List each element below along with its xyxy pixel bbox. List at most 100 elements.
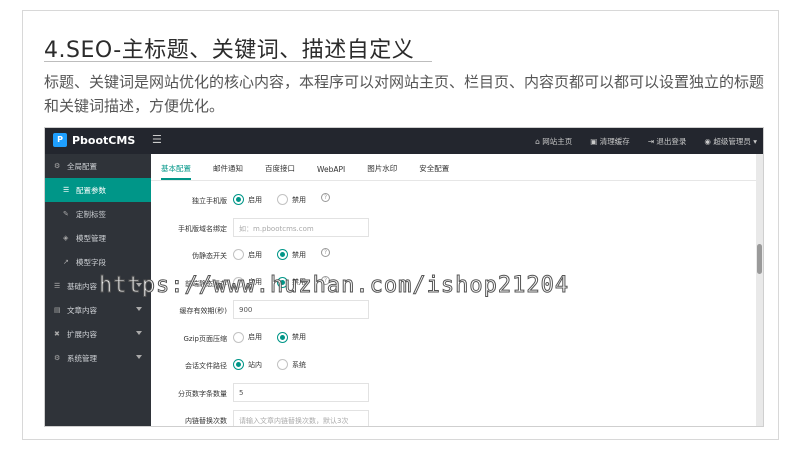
form-label: 内链替换次数	[185, 417, 227, 425]
sidebar-item-icon: ⚙	[54, 162, 61, 170]
form-row: 缓存有效期(秒) 900	[151, 300, 751, 322]
top-action-3[interactable]: ◉ 超级管理员 ▾	[704, 136, 757, 147]
top-action-2[interactable]: ⇥ 退出登录	[648, 136, 687, 147]
form-row: Gzip页面压缩 启用 禁用	[151, 328, 751, 350]
radio-circle-icon	[277, 249, 288, 260]
sidebar-item-4[interactable]: ↗ 模型字段	[45, 250, 151, 274]
info-icon[interactable]: ?	[321, 248, 330, 257]
top-action-1[interactable]: ▣ 清理缓存	[590, 136, 629, 147]
sidebar-item-1[interactable]: ☰ 配置参数	[45, 178, 151, 202]
sidebar-item-label: 定制标签	[76, 209, 106, 219]
sidebar-item-3[interactable]: ◈ 模型管理	[45, 226, 151, 250]
url-watermark: https://www.huzhan.com/ishop21204	[98, 273, 570, 299]
form-label: 会话文件路径	[185, 362, 227, 370]
radio-option[interactable]: 启用	[233, 194, 262, 205]
sidebar-item-label: 配置参数	[76, 185, 106, 195]
tab-4[interactable]: 图片水印	[367, 163, 397, 180]
radio-circle-icon	[233, 249, 244, 260]
radio-circle-icon	[233, 331, 244, 343]
radio-option[interactable]: 禁用	[277, 331, 306, 343]
sidebar-item-label: 文章内容	[67, 305, 97, 315]
radio-option[interactable]: 启用	[233, 331, 262, 343]
top-action-0[interactable]: ⌂ 网站主页	[535, 136, 572, 147]
tab-2[interactable]: 百度接口	[265, 163, 295, 180]
radio-option[interactable]: 系统	[277, 359, 306, 370]
tab-3[interactable]: WebAPI	[317, 165, 345, 180]
form-label: Gzip页面压缩	[183, 334, 228, 343]
tab-bar: 基本配置 邮件通知 百度接口 WebAPI 图片水印 安全配置	[161, 154, 449, 180]
top-actions: ⌂ 网站主页 ▣ 清理缓存 ⇥ 退出登录 ◉ 超级管理员 ▾	[535, 128, 757, 154]
radio-label: 站内	[248, 360, 262, 369]
form-label: 分页数字条数量	[178, 389, 227, 398]
sidebar-item-label: 模型字段	[76, 257, 106, 267]
menu-toggle-icon[interactable]: ☰	[152, 134, 164, 146]
form-label: 伪静态开关	[192, 252, 227, 260]
sidebar-item-2[interactable]: ✎ 定制标签	[45, 202, 151, 226]
form-label: 独立手机版	[192, 197, 227, 205]
top-bar: P PbootCMS ☰ ⌂ 网站主页 ▣ 清理缓存 ⇥ 退出登录 ◉ 超级管理员 ▾	[45, 128, 763, 154]
tab-5[interactable]: 安全配置	[419, 163, 449, 180]
sidebar-item-icon: ☰	[63, 186, 70, 194]
scrollbar[interactable]	[756, 154, 763, 426]
sidebar-item-label: 系统管理	[67, 353, 97, 363]
radio-circle-icon	[233, 194, 244, 205]
sidebar-item-7[interactable]: ✖ 扩展内容	[45, 322, 151, 346]
sidebar-item-icon: ✎	[63, 210, 69, 218]
sidebar-item-icon: ☰	[54, 282, 61, 290]
sidebar-item-label: 基础内容	[67, 281, 97, 291]
radio-label: 启用	[248, 250, 262, 259]
radio-label: 禁用	[292, 195, 306, 204]
radio-option[interactable]: 启用	[233, 249, 262, 260]
slide-title: 4.SEO-主标题、关键词、描述自定义	[44, 38, 415, 63]
sidebar-item-6[interactable]: ▤ 文章内容	[45, 298, 151, 322]
radio-circle-icon	[277, 359, 288, 370]
cms-screenshot: P PbootCMS ☰ ⌂ 网站主页 ▣ 清理缓存 ⇥ 退出登录 ◉ 超级管理员 ▾…	[44, 127, 764, 427]
tab-divider	[151, 180, 763, 181]
form-label: 缓存有效期(秒)	[179, 307, 227, 315]
scrollbar-thumb[interactable]	[757, 244, 762, 274]
sidebar-item-label: 全局配置	[67, 161, 97, 171]
sidebar-item-icon: ◈	[63, 234, 69, 242]
logo[interactable]: P PbootCMS	[53, 133, 135, 147]
sidebar-item-label: 模型管理	[76, 233, 106, 243]
tab-1[interactable]: 邮件通知	[213, 163, 243, 180]
chevron-down-icon	[136, 307, 142, 311]
text-input[interactable]: 如：m.pbootcms.com	[233, 217, 369, 237]
sidebar-item-icon: ⚙	[54, 354, 61, 362]
tab-0[interactable]: 基本配置	[161, 163, 191, 180]
radio-option[interactable]: 禁用	[277, 249, 306, 260]
sidebar-item-icon: ✖	[54, 330, 60, 338]
sidebar-item-icon: ▤	[54, 306, 61, 314]
chevron-down-icon	[136, 331, 142, 335]
form-label: 手机版域名绑定	[178, 224, 227, 233]
title-underline	[44, 61, 432, 62]
text-input[interactable]: 请输入文章内链替换次数，默认3次	[233, 410, 369, 426]
form-row: 伪静态开关 启用 禁用?	[151, 245, 751, 267]
radio-label: 系统	[292, 360, 306, 369]
info-icon[interactable]: ?	[321, 193, 330, 202]
sidebar-item-icon: ↗	[63, 258, 69, 266]
form-row: 会话文件路径 站内 系统	[151, 355, 751, 377]
radio-label: 启用	[248, 333, 262, 341]
text-input[interactable]: 5	[233, 382, 369, 402]
radio-circle-icon	[277, 331, 288, 343]
logo-text: PbootCMS	[72, 133, 136, 147]
form-row: 内链替换次数 请输入文章内链替换次数，默认3次	[151, 410, 751, 426]
radio-circle-icon	[277, 194, 288, 205]
chevron-down-icon	[136, 355, 142, 359]
radio-label: 启用	[248, 195, 262, 204]
radio-circle-icon	[233, 359, 244, 370]
radio-option[interactable]: 禁用	[277, 194, 306, 205]
radio-label: 禁用	[292, 333, 306, 341]
sidebar-item-8[interactable]: ⚙ 系统管理	[45, 346, 151, 370]
sidebar-item-0[interactable]: ⚙ 全局配置	[45, 154, 151, 178]
logo-icon: P	[53, 133, 67, 147]
form-row: 独立手机版 启用 禁用?	[151, 190, 751, 212]
slide-description: 标题、关键词是网站优化的核心内容，本程序可以对网站主页、栏目页、内容页都可以都可…	[44, 73, 765, 115]
sidebar-item-label: 扩展内容	[67, 329, 97, 339]
radio-label: 禁用	[292, 250, 306, 259]
form-row: 手机版域名绑定 如：m.pbootcms.com	[151, 217, 751, 240]
form-row: 分页数字条数量 5	[151, 382, 751, 405]
text-input[interactable]: 900	[233, 300, 369, 319]
radio-option[interactable]: 站内	[233, 359, 262, 370]
